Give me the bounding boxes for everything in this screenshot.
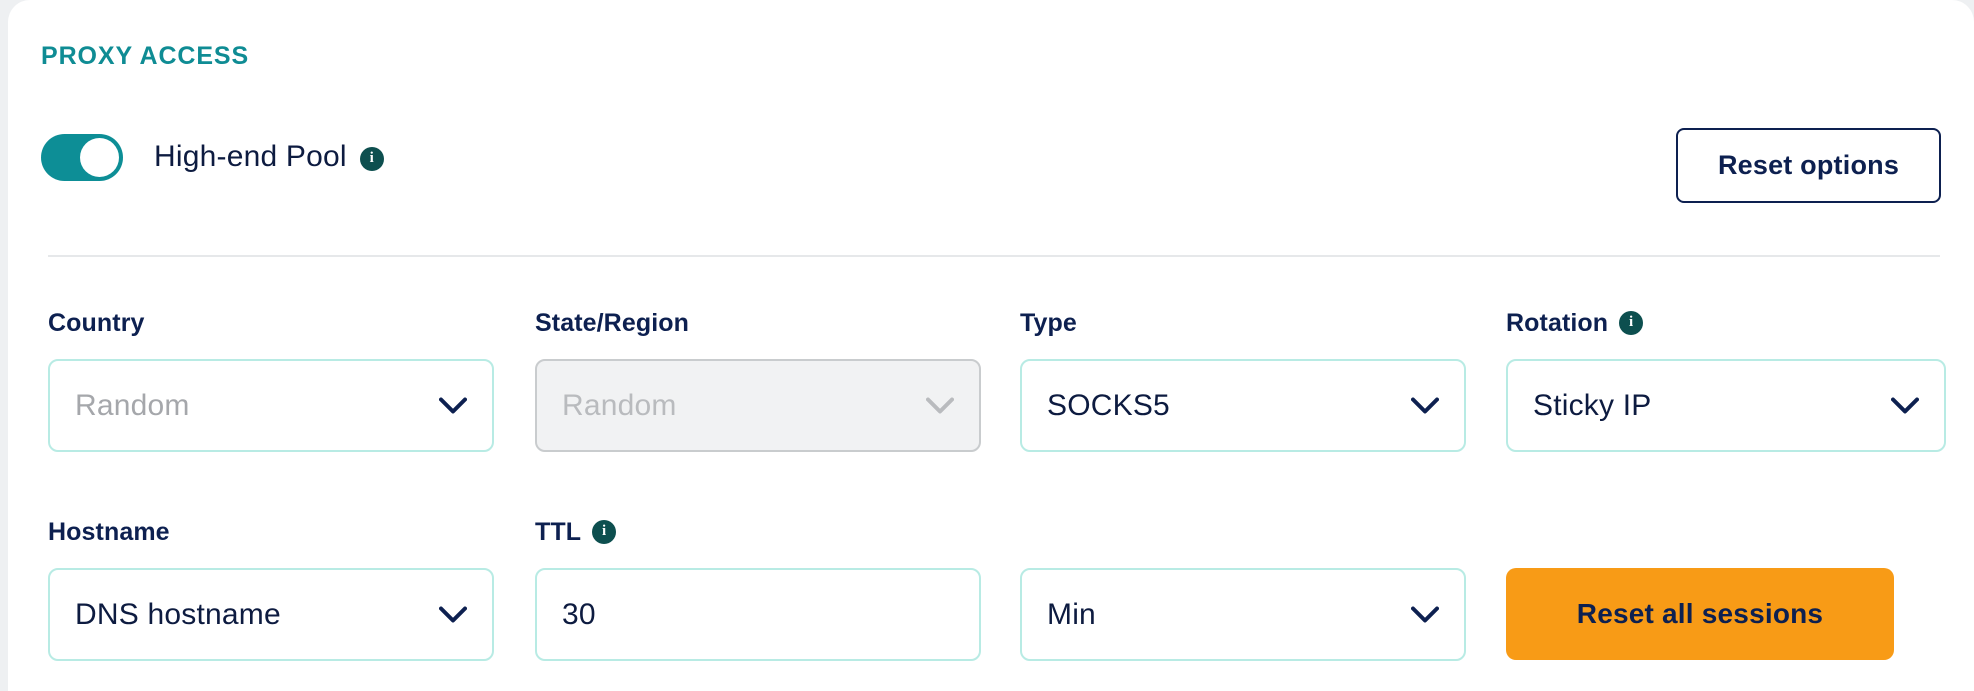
proxy-access-panel: PROXY ACCESS High-end Pool i Reset optio… [0, 0, 1974, 691]
chevron-down-icon [1411, 606, 1439, 623]
hostname-value: DNS hostname [75, 597, 281, 631]
info-icon-glyph: i [601, 522, 607, 539]
high-end-pool-label: High-end Pool [154, 140, 347, 173]
rotation-label: Rotation i [1506, 308, 1946, 338]
chevron-down-icon [439, 397, 467, 414]
ttl-input[interactable] [562, 597, 954, 632]
state-region-value: Random [562, 388, 677, 422]
hostname-select[interactable]: DNS hostname [48, 568, 494, 661]
field-country: Country Random [48, 308, 494, 452]
hostname-label: Hostname [48, 517, 170, 546]
ttl-unit-select[interactable]: Min [1020, 568, 1466, 661]
ttl-input-wrapper[interactable] [535, 568, 981, 661]
chevron-down-icon [439, 606, 467, 623]
info-icon-glyph: i [1629, 313, 1634, 330]
field-state-region: State/Region Random [535, 308, 981, 452]
type-value: SOCKS5 [1047, 388, 1170, 422]
field-hostname: Hostname DNS hostname [48, 517, 494, 661]
field-ttl-unit: Min [1020, 517, 1466, 661]
info-icon[interactable]: i [592, 520, 617, 544]
ttl-unit-value: Min [1047, 597, 1096, 631]
field-rotation: Rotation i Sticky IP [1506, 308, 1946, 452]
reset-all-sessions-button[interactable]: Reset all sessions [1506, 568, 1894, 660]
chevron-down-icon [926, 397, 954, 414]
rotation-label-text: Rotation [1506, 308, 1609, 337]
high-end-pool-toggle[interactable] [41, 133, 123, 181]
chevron-down-icon [1891, 397, 1919, 414]
chevron-down-icon [1411, 397, 1439, 414]
high-end-pool-row: High-end Pool i [41, 133, 384, 181]
ttl-label: TTL i [535, 517, 981, 547]
page-title: PROXY ACCESS [41, 42, 250, 70]
info-icon-glyph: i [369, 149, 374, 166]
toggle-knob [80, 137, 119, 177]
divider [48, 255, 1940, 257]
field-type: Type SOCKS5 [1020, 308, 1466, 452]
panel-card: PROXY ACCESS High-end Pool i Reset optio… [8, 0, 1974, 691]
type-label: Type [1020, 308, 1077, 337]
state-region-select: Random [535, 359, 981, 452]
state-region-label: State/Region [535, 308, 689, 337]
field-ttl: TTL i [535, 517, 981, 661]
info-icon[interactable]: i [359, 147, 384, 171]
reset-options-button[interactable]: Reset options [1676, 128, 1941, 203]
type-select[interactable]: SOCKS5 [1020, 359, 1466, 452]
rotation-select[interactable]: Sticky IP [1506, 359, 1946, 452]
ttl-label-text: TTL [535, 517, 582, 546]
country-select[interactable]: Random [48, 359, 494, 452]
country-label: Country [48, 308, 145, 337]
ttl-unit-label [1020, 517, 1466, 547]
country-value: Random [75, 388, 190, 422]
rotation-value: Sticky IP [1533, 388, 1652, 422]
info-icon[interactable]: i [1619, 311, 1644, 335]
